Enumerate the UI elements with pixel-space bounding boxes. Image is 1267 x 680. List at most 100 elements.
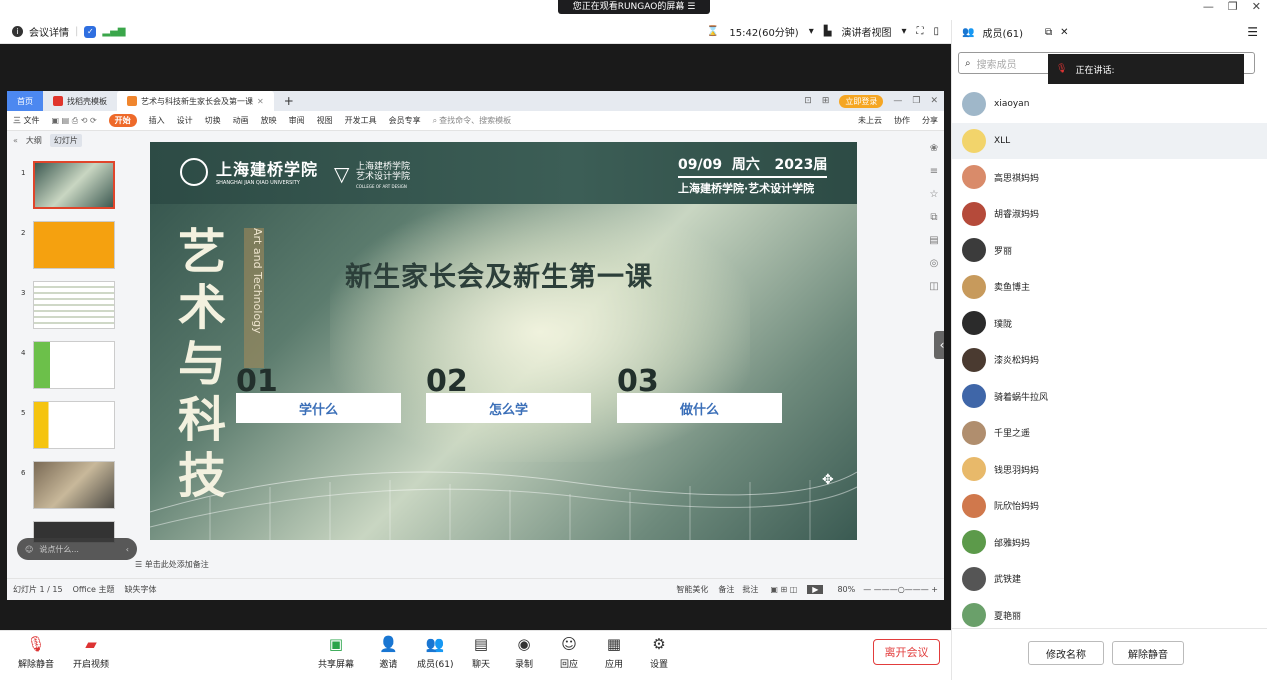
- restore-button[interactable]: ❐: [1228, 0, 1238, 14]
- tab-template[interactable]: 找稻壳模板: [43, 91, 117, 111]
- chevron-down-icon[interactable]: ▾: [901, 26, 906, 37]
- member-item[interactable]: 卖鱼博主: [952, 269, 1267, 305]
- cloud-status[interactable]: 未上云: [858, 115, 882, 126]
- book-icon[interactable]: ◫: [929, 281, 938, 292]
- close-icon[interactable]: ✕: [930, 96, 938, 106]
- login-badge[interactable]: 立即登录: [839, 94, 884, 108]
- collab-button[interactable]: 协作: [894, 115, 910, 126]
- slide-thumbnail[interactable]: [33, 341, 115, 389]
- menu-developer[interactable]: 开发工具: [345, 115, 377, 126]
- tab-document[interactable]: 艺术与科技新生家长会及第一课 ✕: [117, 91, 274, 111]
- member-item[interactable]: 钱思羽妈妈: [952, 451, 1267, 487]
- notes-toggle[interactable]: 备注: [718, 584, 734, 595]
- close-icon[interactable]: ✕: [1060, 27, 1068, 38]
- minimize-icon[interactable]: —: [893, 96, 902, 106]
- tab-home[interactable]: 首页: [7, 91, 43, 111]
- menu-file[interactable]: 三 文件: [13, 115, 40, 126]
- play-icon[interactable]: ▶: [807, 585, 824, 594]
- member-item[interactable]: 骑着蜗牛拉风: [952, 378, 1267, 414]
- shield-icon[interactable]: ✓: [84, 25, 97, 38]
- share-button[interactable]: 分享: [922, 115, 938, 126]
- slide-thumbnail[interactable]: [33, 161, 115, 209]
- member-item[interactable]: 邰雅妈妈: [952, 524, 1267, 560]
- quick-toolbar-icons[interactable]: ▣ ▤ ⎙ ⟲ ⟳: [52, 116, 97, 126]
- meeting-details-button[interactable]: 会议详情: [29, 24, 69, 39]
- leave-meeting-button[interactable]: 离开会议: [873, 639, 940, 665]
- collapse-icon[interactable]: «: [13, 136, 18, 145]
- menu-review[interactable]: 审阅: [289, 115, 305, 126]
- menu-transition[interactable]: 切换: [205, 115, 221, 126]
- pin-icon[interactable]: ☆: [930, 189, 939, 200]
- sidebar-toggle-icon[interactable]: ▯: [933, 26, 939, 37]
- menu-animation[interactable]: 动画: [233, 115, 249, 126]
- slide-thumbnail[interactable]: [33, 281, 115, 329]
- menu-vip[interactable]: 会员专享: [389, 115, 421, 126]
- menu-icon[interactable]: ☰: [1247, 25, 1258, 39]
- member-item[interactable]: 千里之遥: [952, 415, 1267, 451]
- chevron-down-icon[interactable]: ▾: [809, 26, 814, 37]
- command-search[interactable]: 查找命令、搜索模板: [439, 115, 511, 126]
- close-button[interactable]: ✕: [1252, 0, 1261, 14]
- popout-icon[interactable]: ⧉: [1045, 27, 1052, 38]
- new-tab-button[interactable]: +: [274, 91, 304, 111]
- chat-button[interactable]: ▤ 聊天: [472, 635, 490, 670]
- fullscreen-icon[interactable]: ⛶: [916, 26, 923, 37]
- share-screen-button[interactable]: ▣ 共享屏幕: [318, 635, 354, 670]
- tab-slides[interactable]: 幻灯片: [49, 133, 82, 147]
- minimize-button[interactable]: —: [1203, 0, 1214, 14]
- slide-thumbnail[interactable]: [33, 221, 115, 269]
- member-item[interactable]: 高思祺妈妈: [952, 159, 1267, 195]
- zoom-level[interactable]: 80%: [837, 585, 855, 594]
- member-item[interactable]: 罗丽: [952, 232, 1267, 268]
- missing-font-button[interactable]: 缺失字体: [125, 584, 157, 595]
- menu-design[interactable]: 设计: [177, 115, 193, 126]
- style-icon[interactable]: ❀: [930, 143, 938, 154]
- zoom-slider[interactable]: — ———○——— +: [863, 585, 938, 594]
- info-icon[interactable]: i: [12, 26, 23, 37]
- comments-toggle[interactable]: 批注: [742, 584, 758, 595]
- unmute-button[interactable]: 🎙 解除静音: [18, 635, 54, 670]
- menu-start[interactable]: 开始: [108, 114, 137, 127]
- signal-icon[interactable]: ▂▄▆: [102, 26, 125, 37]
- screen-share-banner[interactable]: 您正在观看RUNGAO的屏幕 ☰: [558, 0, 710, 14]
- copy-icon[interactable]: ⧉: [930, 212, 937, 223]
- unmute-member-button[interactable]: 解除静音: [1112, 641, 1184, 665]
- close-icon[interactable]: ✕: [257, 97, 264, 106]
- members-button[interactable]: 👥 成员(61): [417, 635, 453, 670]
- settings-button[interactable]: ⚙ 设置: [650, 635, 668, 670]
- start-video-button[interactable]: ▰ 开启视频: [73, 635, 109, 670]
- menu-slideshow[interactable]: 放映: [261, 115, 277, 126]
- location-icon[interactable]: ◎: [930, 258, 939, 269]
- layout-icon[interactable]: ⊡: [804, 96, 812, 106]
- member-item[interactable]: XLL: [952, 122, 1267, 159]
- adjust-icon[interactable]: ≡: [930, 166, 938, 177]
- member-item[interactable]: xiaoyan: [952, 86, 1267, 122]
- panel-collapse-button[interactable]: ‹: [934, 331, 944, 359]
- view-mode-icons[interactable]: ▣ ⊞ ◫: [770, 585, 797, 594]
- image-icon[interactable]: ▤: [929, 235, 938, 246]
- member-item[interactable]: 阮欣怡妈妈: [952, 488, 1267, 524]
- chat-float-input[interactable]: ☺ 说点什么... ‹: [17, 538, 137, 560]
- notes-area[interactable]: ☰ 单击此处添加备注: [131, 557, 911, 573]
- beautify-button[interactable]: 智能美化: [676, 584, 708, 595]
- slide-thumbnail[interactable]: [33, 461, 115, 509]
- reactions-button[interactable]: ☺ 回应: [560, 635, 578, 670]
- apps-button[interactable]: ▦ 应用: [605, 635, 623, 670]
- member-item[interactable]: 武铁建: [952, 561, 1267, 597]
- rename-button[interactable]: 修改名称: [1028, 641, 1104, 665]
- record-button[interactable]: ◉ 录制: [515, 635, 533, 670]
- tab-outline[interactable]: 大纲: [26, 135, 42, 146]
- restore-icon[interactable]: ❐: [912, 96, 920, 106]
- invite-button[interactable]: 👤 邀请: [379, 635, 398, 670]
- meeting-timer[interactable]: 15:42(60分钟): [729, 24, 798, 39]
- chevron-left-icon[interactable]: ‹: [126, 545, 129, 554]
- menu-insert[interactable]: 插入: [149, 115, 165, 126]
- member-item[interactable]: 璞陇: [952, 305, 1267, 341]
- slide-thumbnail[interactable]: [33, 401, 115, 449]
- member-item[interactable]: 漆炎松妈妈: [952, 342, 1267, 378]
- slide-canvas[interactable]: 上海建桥学院 SHANGHAI JIAN QIAO UNIVERSITY ▽ 上…: [150, 142, 857, 540]
- menu-view[interactable]: 视图: [317, 115, 333, 126]
- member-item[interactable]: 胡睿淑妈妈: [952, 196, 1267, 232]
- grid-icon[interactable]: ⊞: [822, 96, 830, 106]
- presenter-view-button[interactable]: 演讲者视图: [841, 24, 891, 39]
